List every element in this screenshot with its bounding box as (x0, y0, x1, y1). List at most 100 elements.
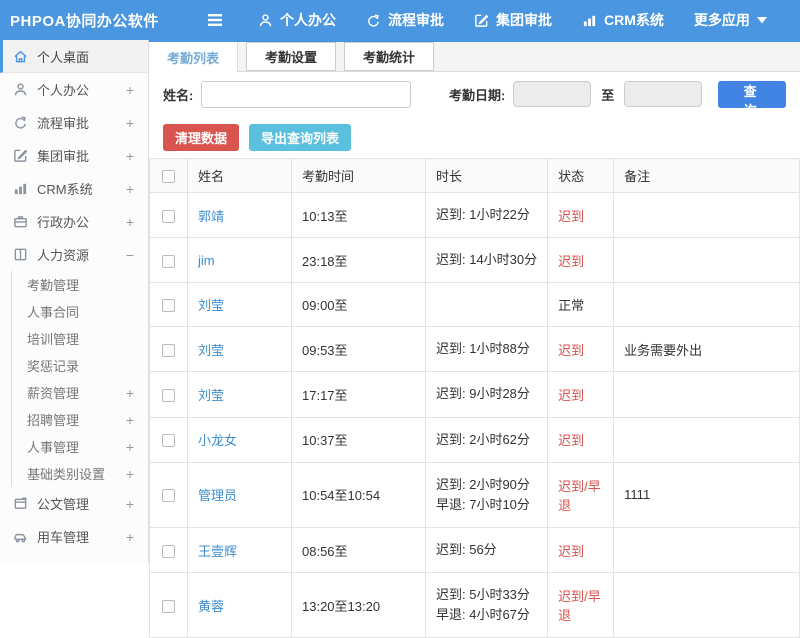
date-start-input[interactable] (513, 81, 592, 107)
employee-name-link[interactable]: 刘莹 (198, 388, 224, 403)
sidebar-subitem-label: 培训管理 (27, 332, 80, 347)
sidebar-item[interactable]: 集团审批 + (0, 139, 148, 172)
search-button[interactable]: 查 询 (718, 80, 786, 118)
collapse-icon[interactable]: − (126, 247, 134, 263)
document-icon (13, 496, 28, 511)
topnav-item[interactable]: 个人办公 (258, 10, 336, 30)
sidebar-subitem[interactable]: 人事管理 + (12, 433, 148, 460)
sidebar-item[interactable]: 个人桌面 (0, 40, 148, 73)
topnav-item-label: 集团审批 (496, 12, 552, 28)
note-text: 业务需要外出 (613, 326, 800, 373)
note-text (613, 237, 800, 284)
clean-data-button[interactable]: 清理数据 (163, 123, 240, 151)
row-checkbox[interactable] (162, 434, 175, 448)
status-text: 迟到 (547, 416, 615, 463)
expand-icon[interactable]: + (126, 148, 134, 164)
sidebar-subitem[interactable]: 考勤管理 (12, 271, 148, 298)
table-row: 小龙女 10:37至 迟到: 2小时62分 迟到 (149, 416, 800, 463)
topnav-item[interactable]: CRM系统 (582, 10, 664, 30)
chart-icon (582, 13, 597, 28)
sidebar-item-label: 人力资源 (37, 248, 90, 263)
sidebar-subitem[interactable]: 培训管理 (12, 325, 148, 352)
export-list-button[interactable]: 导出查询列表 (249, 123, 352, 151)
expand-icon[interactable]: + (126, 466, 134, 482)
select-all-checkbox[interactable] (162, 170, 175, 184)
attendance-time: 10:54至10:54 (291, 461, 426, 528)
col-header-status: 状态 (547, 158, 615, 193)
tab-attendance-settings[interactable]: 考勤设置 (246, 42, 337, 71)
sidebar-item-label: 流程审批 (37, 116, 90, 131)
duration-text: 早退: 7小时10分 (436, 496, 530, 512)
employee-name-link[interactable]: 小龙女 (198, 433, 237, 448)
employee-name-link[interactable]: 黄蓉 (198, 599, 224, 614)
topnav-item-label: 个人办公 (280, 12, 336, 28)
row-checkbox[interactable] (162, 299, 175, 313)
topbar: PHPOA协同办公软件 个人办公 流程审批 集团审批 CRM系统 更多应用 (0, 0, 800, 40)
sidebar-item[interactable]: 个人办公 + (0, 73, 148, 106)
attendance-table: 姓名 考勤时间 时长 状态 备注 郭靖 10:13至 迟到: 1小时22分 迟到 jim… (149, 158, 800, 638)
employee-name-link[interactable]: 刘莹 (198, 343, 224, 358)
sidebar-subitem-label: 薪资管理 (27, 386, 80, 401)
sidebar-submenu: 考勤管理 人事合同 培训管理 奖惩记录 薪资管理 + 招聘管理 + 人事管理 + 基础类别设置 + (11, 271, 148, 487)
duration-text: 迟到: 56分 (436, 541, 497, 557)
edit-icon (474, 13, 489, 28)
row-checkbox[interactable] (162, 254, 175, 268)
status-text: 正常 (547, 282, 615, 328)
attendance-time: 23:18至 (291, 237, 426, 284)
expand-icon[interactable]: + (126, 439, 134, 455)
note-text (613, 282, 800, 328)
status-text: 迟到 (547, 191, 615, 239)
employee-name-link[interactable]: 王壹辉 (198, 544, 237, 559)
sidebar-item-label: 公文管理 (37, 497, 90, 512)
topnav-item[interactable]: 集团审批 (474, 10, 552, 30)
expand-icon[interactable]: + (126, 181, 134, 197)
expand-icon[interactable]: + (126, 412, 134, 428)
home-icon (13, 49, 28, 64)
row-checkbox[interactable] (162, 489, 175, 503)
menu-toggle-icon[interactable] (206, 13, 224, 27)
attendance-time: 08:56至 (291, 526, 426, 574)
row-checkbox[interactable] (162, 209, 175, 223)
tab-attendance-list[interactable]: 考勤列表 (149, 42, 239, 72)
sidebar-item-label: 个人办公 (37, 83, 90, 98)
sidebar-item[interactable]: CRM系统 + (0, 172, 148, 205)
expand-icon[interactable]: + (126, 82, 134, 98)
sidebar-subitem[interactable]: 人事合同 (12, 298, 148, 325)
date-end-input[interactable] (624, 81, 703, 107)
sidebar-subitem[interactable]: 奖惩记录 (12, 352, 148, 379)
sidebar-item[interactable]: 公文管理 + (0, 487, 148, 520)
expand-icon[interactable]: + (126, 214, 134, 230)
row-checkbox[interactable] (162, 389, 175, 403)
sidebar-subitem[interactable]: 招聘管理 + (12, 406, 148, 433)
row-checkbox[interactable] (162, 343, 175, 357)
expand-icon[interactable]: + (126, 385, 134, 401)
attendance-time: 09:00至 (291, 282, 426, 328)
employee-name-link[interactable]: 刘莹 (198, 298, 224, 313)
employee-name-link[interactable]: 郭靖 (198, 209, 224, 224)
sidebar-subitem[interactable]: 薪资管理 + (12, 379, 148, 406)
name-filter-input[interactable] (201, 80, 411, 108)
sidebar-item-label: 用车管理 (37, 530, 90, 545)
user-icon (258, 13, 273, 28)
employee-name-link[interactable]: jim (198, 253, 215, 268)
sidebar-item[interactable]: 人力资源 − (0, 238, 148, 271)
tab-attendance-stats[interactable]: 考勤统计 (344, 42, 435, 71)
note-text (613, 416, 800, 463)
employee-name-link[interactable]: 管理员 (198, 488, 237, 503)
sidebar-item[interactable]: 用车管理 + (0, 520, 148, 553)
filter-bar: 姓名: 考勤日期: 至 查 询 (149, 72, 800, 118)
sidebar-item[interactable]: 流程审批 + (0, 106, 148, 139)
attendance-time: 10:13至 (291, 191, 426, 239)
sidebar-item-label: 个人桌面 (37, 49, 90, 65)
topnav-item[interactable]: 流程审批 (366, 10, 444, 30)
status-text: 迟到 (547, 326, 615, 373)
workflow-icon (366, 13, 381, 28)
row-checkbox[interactable] (162, 599, 175, 613)
topnav-item[interactable]: 更多应用 (694, 10, 767, 30)
expand-icon[interactable]: + (126, 115, 134, 131)
row-checkbox[interactable] (162, 544, 175, 558)
expand-icon[interactable]: + (126, 496, 134, 512)
sidebar-item[interactable]: 行政办公 + (0, 205, 148, 238)
sidebar-subitem[interactable]: 基础类别设置 + (12, 460, 148, 487)
expand-icon[interactable]: + (126, 529, 134, 545)
